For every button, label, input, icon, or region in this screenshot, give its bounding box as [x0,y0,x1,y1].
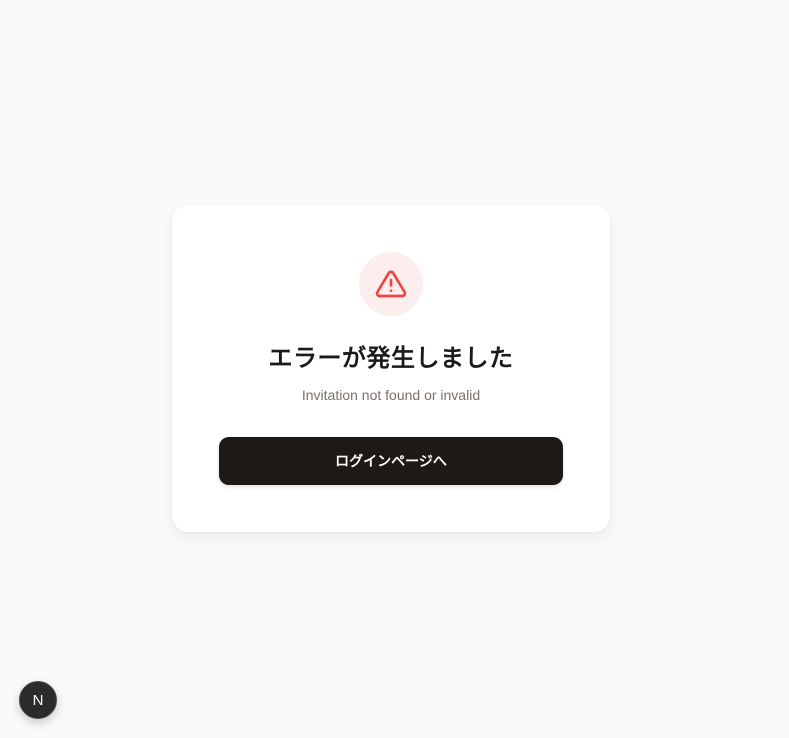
warning-triangle-icon [375,270,407,298]
error-title: エラーが発生しました [268,345,514,372]
login-page-button[interactable]: ログインページへ [219,437,563,485]
error-message: Invitation not found or invalid [301,387,481,403]
page: エラーが発生しました Invitation not found or inval… [0,0,789,738]
nextjs-dev-badge[interactable]: N [19,681,57,719]
error-card: エラーが発生しました Invitation not found or inval… [172,205,610,532]
warning-icon-container [359,252,423,316]
nextjs-icon: N [32,691,44,709]
